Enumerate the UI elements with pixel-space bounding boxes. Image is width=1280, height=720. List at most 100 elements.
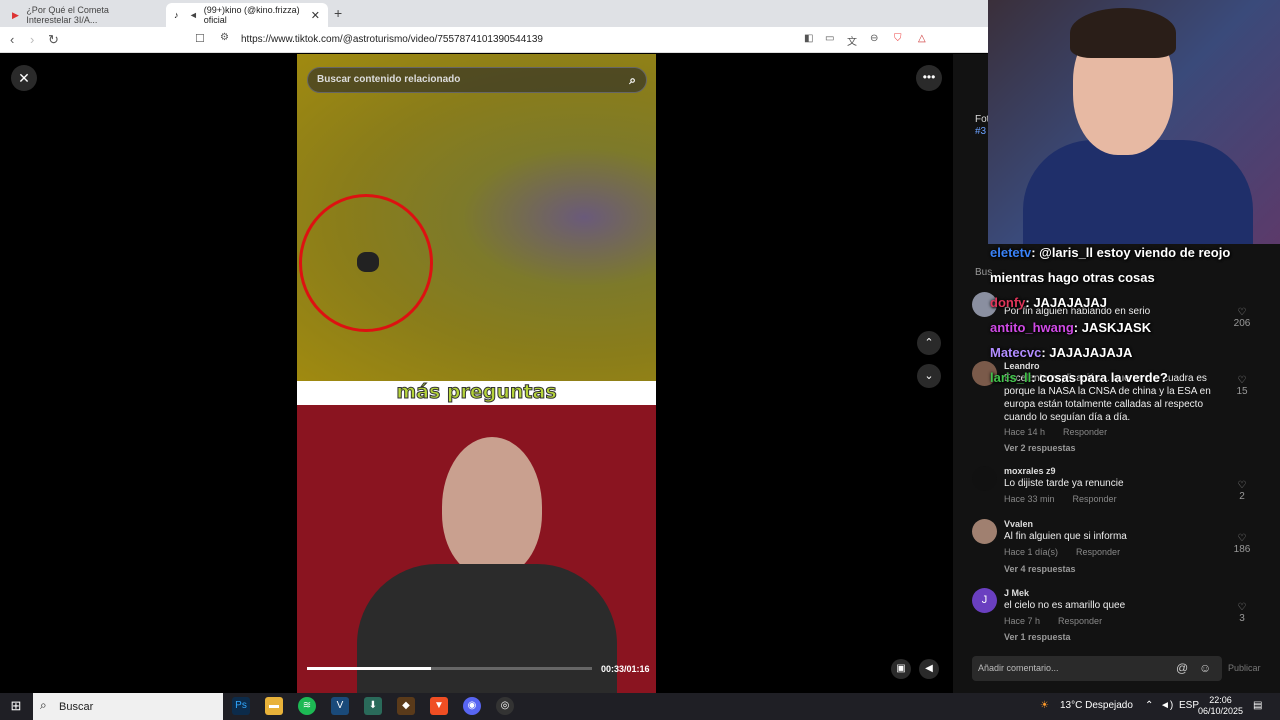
reader-icon[interactable]: ◧ bbox=[804, 33, 813, 44]
chat-text: : cosas para la verde? bbox=[1031, 370, 1168, 385]
comment-input[interactable]: Añadir comentario... @ ☺ bbox=[972, 656, 1222, 681]
new-tab-button[interactable]: + bbox=[334, 5, 342, 21]
progress-fill bbox=[307, 667, 431, 670]
streamer-hair bbox=[1070, 8, 1176, 58]
reply-button[interactable]: Responder bbox=[1063, 427, 1107, 437]
like-button[interactable]: ♡ 3 bbox=[1232, 602, 1252, 624]
comment-user[interactable]: moxrales z9 bbox=[1004, 466, 1056, 476]
language-indicator[interactable]: ESP bbox=[1179, 700, 1199, 711]
url-field[interactable]: https://www.tiktok.com/@astroturismo/vid… bbox=[241, 34, 543, 45]
like-button[interactable]: ♡ 186 bbox=[1232, 533, 1252, 555]
chat-message: laris_ll: cosas para la verde? bbox=[990, 365, 1240, 390]
obs-icon[interactable]: ◎ bbox=[496, 697, 514, 715]
floating-player-icon[interactable]: ▣ bbox=[891, 659, 911, 679]
weather-text[interactable]: 13°C Despejado bbox=[1060, 700, 1133, 711]
close-tab-icon[interactable]: ✕ bbox=[311, 9, 320, 22]
spotify-icon[interactable]: ≋ bbox=[298, 697, 316, 715]
cast-icon[interactable]: ▭ bbox=[825, 33, 834, 44]
clock[interactable]: 22:06 06/10/2025 bbox=[1198, 695, 1243, 717]
comment-meta: Hace 1 día(s) Responder bbox=[1004, 547, 1138, 557]
video-progress-bar[interactable] bbox=[307, 667, 592, 670]
publish-button[interactable]: Publicar bbox=[1228, 663, 1261, 673]
chat-message: antito_hwang: JASKJASK bbox=[990, 315, 1240, 340]
related-search-input[interactable]: Buscar contenido relacionado ⌕ bbox=[307, 67, 647, 93]
avatar[interactable] bbox=[972, 466, 997, 491]
comment-text: el cielo no es amarillo quee bbox=[1004, 600, 1126, 611]
reply-button[interactable]: Responder bbox=[1073, 494, 1117, 504]
audio-icon: ◄ bbox=[188, 10, 198, 20]
discord-icon[interactable]: ◉ bbox=[463, 697, 481, 715]
comment-user[interactable]: Vvalen bbox=[1004, 519, 1033, 529]
weather-icon: ☀ bbox=[1040, 700, 1049, 711]
search-icon: ⌕ bbox=[40, 698, 47, 712]
chat-text: : JAJAJAJAJA bbox=[1041, 345, 1133, 360]
windows-start-icon[interactable]: ⊞ bbox=[7, 697, 25, 715]
app-icon[interactable]: ⬇ bbox=[364, 697, 382, 715]
translate-icon[interactable]: 文 bbox=[847, 33, 857, 48]
like-count: 3 bbox=[1239, 613, 1245, 624]
site-info-icon[interactable]: ⚙ bbox=[220, 32, 229, 43]
heart-icon: ♡ bbox=[1237, 602, 1247, 613]
volume-icon[interactable]: ◀ bbox=[919, 659, 939, 679]
comment-user[interactable]: J Mek bbox=[1004, 588, 1029, 598]
tab-label: ¿Por Qué el Cometa Interestelar 3I/A... bbox=[26, 5, 109, 25]
like-button[interactable]: ♡ 2 bbox=[1232, 480, 1252, 502]
search-icon[interactable]: ⌕ bbox=[629, 73, 636, 88]
rewards-icon[interactable]: △ bbox=[918, 33, 926, 44]
zoom-icon[interactable]: ⊖ bbox=[870, 33, 878, 44]
next-video-button[interactable]: ⌄ bbox=[917, 364, 941, 388]
youtube-icon: ▶ bbox=[12, 10, 19, 20]
photoshop-icon[interactable]: Ps bbox=[232, 697, 250, 715]
clock-date: 06/10/2025 bbox=[1198, 706, 1244, 716]
brave-icon[interactable]: ▼ bbox=[430, 697, 448, 715]
tab-tiktok[interactable]: ♪ ◄ (99+)kino (@kino.frizza) oficial ✕ bbox=[166, 3, 328, 27]
comment-meta: Hace 7 h Responder bbox=[1004, 616, 1120, 626]
emoji-icon[interactable]: ☺ bbox=[1199, 661, 1211, 675]
notifications-icon[interactable]: ▤ bbox=[1253, 700, 1262, 711]
heart-icon: ♡ bbox=[1237, 480, 1247, 491]
chat-text: : JASKJASK bbox=[1073, 320, 1152, 335]
avatar[interactable] bbox=[972, 519, 997, 544]
tab-comet[interactable]: ▶ ¿Por Qué el Cometa Interestelar 3I/A..… bbox=[4, 3, 164, 27]
view-replies-button[interactable]: Ver 4 respuestas bbox=[1004, 564, 1076, 574]
mention-icon[interactable]: @ bbox=[1176, 661, 1188, 675]
tab-label: (99+)kino (@kino.frizza) oficial bbox=[203, 5, 300, 25]
speaker-body bbox=[357, 564, 617, 693]
view-replies-button[interactable]: Ver 1 respuesta bbox=[1004, 632, 1071, 642]
forward-icon[interactable]: › bbox=[30, 32, 34, 47]
like-count: 2 bbox=[1239, 491, 1245, 502]
vegas-icon[interactable]: V bbox=[331, 697, 349, 715]
tray-chevron-icon[interactable]: ⌃ bbox=[1145, 700, 1153, 711]
reload-icon[interactable]: ↻ bbox=[48, 32, 59, 48]
file-explorer-icon[interactable]: ▬ bbox=[265, 697, 283, 715]
video-player[interactable]: más preguntas bbox=[297, 54, 656, 693]
video-caption: más preguntas bbox=[396, 381, 557, 404]
back-icon[interactable]: ‹ bbox=[10, 32, 14, 47]
close-video-button[interactable]: ✕ bbox=[11, 65, 37, 91]
taskbar-search[interactable]: ⌕ Buscar bbox=[33, 693, 223, 720]
stream-chat-overlay: eletetv: @laris_ll estoy viendo de reojo… bbox=[990, 240, 1240, 390]
comment-placeholder: Añadir comentario... bbox=[978, 663, 1059, 673]
video-frame-top bbox=[297, 54, 656, 381]
chat-user: laris_ll bbox=[990, 370, 1032, 385]
reply-button[interactable]: Responder bbox=[1058, 616, 1102, 626]
chat-message: Matecvc: JAJAJAJAJA bbox=[990, 340, 1240, 365]
browser-tab-bar: ▶ ¿Por Qué el Cometa Interestelar 3I/A..… bbox=[0, 0, 988, 27]
chat-message: donfy: JAJAJAJAJ bbox=[990, 290, 1240, 315]
reply-button[interactable]: Responder bbox=[1076, 547, 1120, 557]
comment-time: Hace 14 h bbox=[1004, 427, 1046, 437]
comment-time: Hace 33 min bbox=[1004, 494, 1055, 504]
previous-video-button[interactable]: ⌃ bbox=[917, 331, 941, 355]
app-icon[interactable]: ◆ bbox=[397, 697, 415, 715]
volume-tray-icon[interactable]: ◄) bbox=[1160, 700, 1173, 711]
windows-taskbar: ⊞ ⌕ Buscar Ps ▬ ≋ V ⬇ ◆ ▼ ◉ ◎ ☀ 13°C Des… bbox=[0, 693, 1280, 720]
side-preview-tag: #3 bbox=[975, 126, 987, 137]
bookmark-icon[interactable]: ☐ bbox=[195, 32, 205, 45]
chat-message: eletetv: @laris_ll estoy viendo de reojo… bbox=[990, 240, 1240, 290]
more-options-button[interactable]: ••• bbox=[916, 65, 942, 91]
search-placeholder: Buscar contenido relacionado bbox=[317, 74, 461, 85]
streamer-shirt bbox=[1023, 140, 1253, 244]
avatar[interactable]: J bbox=[972, 588, 997, 613]
brave-shield-icon[interactable]: ⛉ bbox=[894, 33, 902, 44]
view-replies-button[interactable]: Ver 2 respuestas bbox=[1004, 443, 1076, 453]
